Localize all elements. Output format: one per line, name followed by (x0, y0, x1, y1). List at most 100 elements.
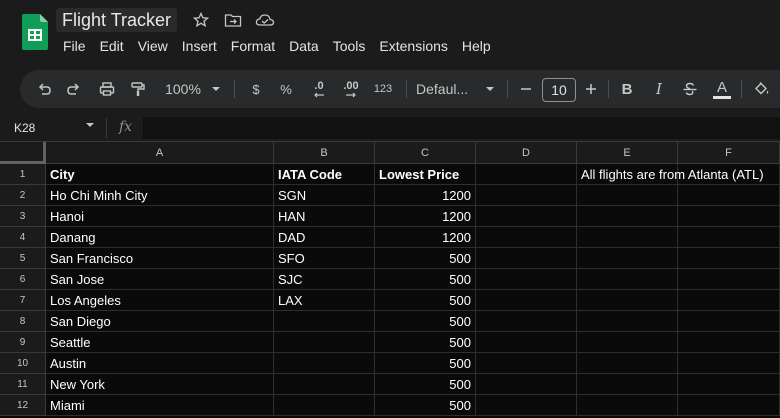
menu-format[interactable]: Format (224, 36, 282, 56)
cell-c9[interactable]: 500 (375, 332, 476, 353)
column-header-d[interactable]: D (476, 142, 577, 164)
cell-f6[interactable] (678, 269, 780, 290)
cell-c4[interactable]: 1200 (375, 227, 476, 248)
row-header-9[interactable]: 9 (0, 332, 46, 353)
text-color-button[interactable]: A (710, 70, 734, 108)
cell-c6[interactable]: 500 (375, 269, 476, 290)
cell-f4[interactable] (678, 227, 780, 248)
redo-icon[interactable] (60, 70, 88, 108)
cell-b11[interactable] (274, 374, 375, 395)
cell-a4[interactable]: Danang (46, 227, 274, 248)
cell-a12[interactable]: Miami (46, 395, 274, 416)
row-header-5[interactable]: 5 (0, 248, 46, 269)
row-header-1[interactable]: 1 (0, 164, 46, 185)
cell-e4[interactable] (577, 227, 678, 248)
select-all-corner[interactable] (0, 142, 46, 164)
cell-c8[interactable]: 500 (375, 311, 476, 332)
cell-d7[interactable] (476, 290, 577, 311)
cell-e9[interactable] (577, 332, 678, 353)
cell-c7[interactable]: 500 (375, 290, 476, 311)
cell-b5[interactable]: SFO (274, 248, 375, 269)
cell-f3[interactable] (678, 206, 780, 227)
cell-d3[interactable] (476, 206, 577, 227)
cell-e8[interactable] (577, 311, 678, 332)
menu-data[interactable]: Data (282, 36, 326, 56)
cell-e1[interactable]: All flights are from Atlanta (ATL) (577, 164, 764, 185)
cell-c10[interactable]: 500 (375, 353, 476, 374)
cell-b12[interactable] (274, 395, 375, 416)
cell-e7[interactable] (577, 290, 678, 311)
name-box-dropdown-icon[interactable] (86, 123, 94, 128)
cell-a5[interactable]: San Francisco (46, 248, 274, 269)
row-header-10[interactable]: 10 (0, 353, 46, 374)
cell-a8[interactable]: San Diego (46, 311, 274, 332)
cell-b6[interactable]: SJC (274, 269, 375, 290)
cell-a1[interactable]: City (46, 164, 274, 185)
cell-f11[interactable] (678, 374, 780, 395)
column-header-e[interactable]: E (577, 142, 678, 164)
cell-b8[interactable] (274, 311, 375, 332)
row-header-6[interactable]: 6 (0, 269, 46, 290)
cell-d12[interactable] (476, 395, 577, 416)
cell-c11[interactable]: 500 (375, 374, 476, 395)
row-header-2[interactable]: 2 (0, 185, 46, 206)
cell-d8[interactable] (476, 311, 577, 332)
row-header-8[interactable]: 8 (0, 311, 46, 332)
document-title[interactable]: Flight Tracker (56, 8, 178, 32)
formula-input[interactable] (143, 117, 780, 139)
percent-format-button[interactable]: % (274, 70, 298, 108)
menu-insert[interactable]: Insert (175, 36, 224, 56)
cell-a9[interactable]: Seattle (46, 332, 274, 353)
cell-b2[interactable]: SGN (274, 185, 375, 206)
increase-decimal-button[interactable]: .00 (336, 70, 366, 108)
cell-d9[interactable] (476, 332, 577, 353)
cell-d2[interactable] (476, 185, 577, 206)
decrease-font-size-icon[interactable] (516, 70, 536, 108)
cell-f1[interactable] (678, 164, 780, 185)
row-header-3[interactable]: 3 (0, 206, 46, 227)
cell-e2[interactable] (577, 185, 678, 206)
cell-f7[interactable] (678, 290, 780, 311)
move-to-folder-icon[interactable] (223, 10, 243, 30)
cell-e10[interactable] (577, 353, 678, 374)
cell-f9[interactable] (678, 332, 780, 353)
cell-d5[interactable] (476, 248, 577, 269)
cell-f10[interactable] (678, 353, 780, 374)
font-size-input[interactable]: 10 (542, 78, 576, 102)
print-icon[interactable] (93, 70, 121, 108)
row-header-12[interactable]: 12 (0, 395, 46, 416)
cell-d4[interactable] (476, 227, 577, 248)
cell-f2[interactable] (678, 185, 780, 206)
font-dropdown-icon[interactable] (482, 70, 498, 108)
menu-edit[interactable]: Edit (93, 36, 131, 56)
row-header-4[interactable]: 4 (0, 227, 46, 248)
column-header-f[interactable]: F (678, 142, 780, 164)
menu-help[interactable]: Help (455, 36, 498, 56)
sheets-logo-icon[interactable] (22, 14, 48, 50)
cell-a3[interactable]: Hanoi (46, 206, 274, 227)
cloud-saved-icon[interactable] (255, 10, 275, 30)
cell-d11[interactable] (476, 374, 577, 395)
cell-f12[interactable] (678, 395, 780, 416)
cell-a6[interactable]: San Jose (46, 269, 274, 290)
star-icon[interactable] (191, 10, 211, 30)
undo-icon[interactable] (30, 70, 58, 108)
cell-d1[interactable] (476, 164, 577, 185)
cell-a2[interactable]: Ho Chi Minh City (46, 185, 274, 206)
cell-c1[interactable]: Lowest Price (375, 164, 476, 185)
menu-extensions[interactable]: Extensions (372, 36, 454, 56)
strikethrough-icon[interactable] (679, 70, 701, 108)
cell-b7[interactable]: LAX (274, 290, 375, 311)
cell-c3[interactable]: 1200 (375, 206, 476, 227)
cell-e5[interactable] (577, 248, 678, 269)
menu-file[interactable]: File (56, 36, 93, 56)
cell-a11[interactable]: New York (46, 374, 274, 395)
name-box[interactable]: K28 (14, 119, 35, 137)
column-header-b[interactable]: B (274, 142, 375, 164)
font-family-select[interactable]: Defaul... (416, 70, 478, 108)
cell-f8[interactable] (678, 311, 780, 332)
cell-e3[interactable] (577, 206, 678, 227)
cell-a7[interactable]: Los Angeles (46, 290, 274, 311)
cell-b4[interactable]: DAD (274, 227, 375, 248)
increase-font-size-icon[interactable] (581, 70, 601, 108)
